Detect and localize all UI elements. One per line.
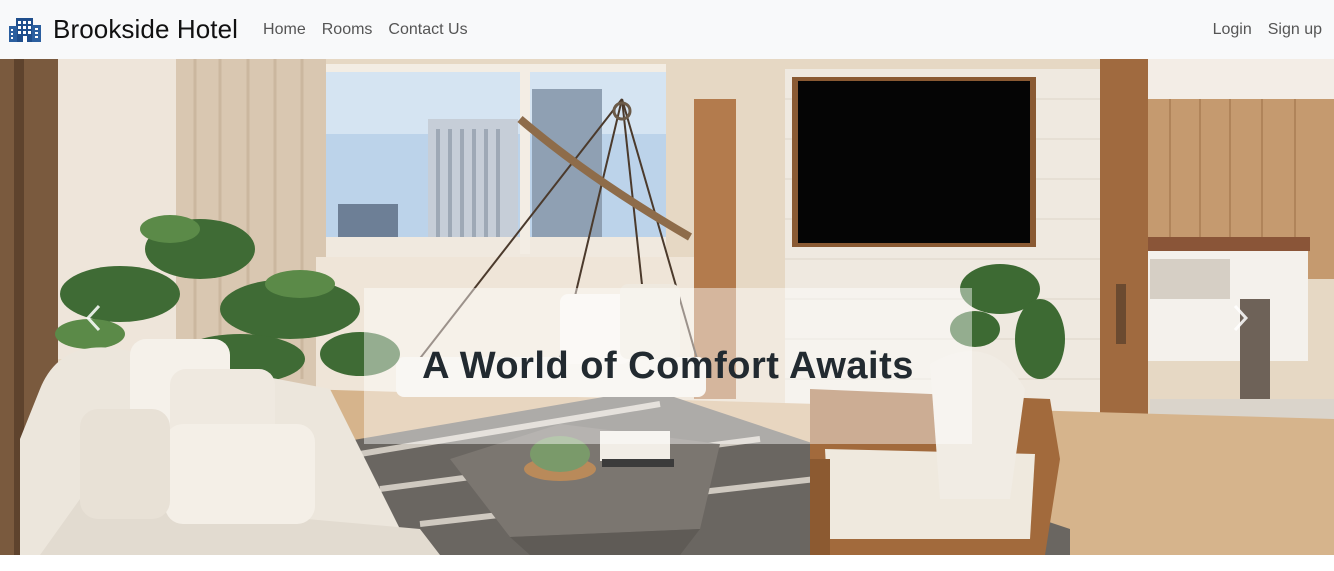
chevron-right-icon	[1233, 304, 1249, 332]
top-navbar: Brookside Hotel Home Rooms Contact Us Lo…	[0, 0, 1334, 59]
login-link[interactable]: Login	[1213, 21, 1252, 39]
signup-link[interactable]: Sign up	[1268, 21, 1322, 39]
nav-rooms-link[interactable]: Rooms	[322, 21, 373, 39]
hero-carousel: A World of Comfort Awaits	[0, 59, 1334, 555]
nav-contact-link[interactable]: Contact Us	[388, 21, 467, 39]
carousel-next-button[interactable]	[1220, 288, 1260, 348]
carousel-prev-button[interactable]	[74, 288, 114, 348]
auth-nav: Login Sign up	[1197, 21, 1322, 39]
brand-name: Brookside Hotel	[53, 14, 239, 44]
hero-caption: A World of Comfort Awaits	[422, 344, 914, 387]
hotel-building-icon	[9, 17, 41, 42]
nav-home-link[interactable]: Home	[263, 21, 306, 39]
chevron-left-icon	[85, 304, 101, 332]
caption-overlay: A World of Comfort Awaits	[364, 288, 972, 444]
brand[interactable]: Brookside Hotel	[8, 14, 238, 45]
main-nav: Home Rooms Contact Us	[263, 21, 484, 39]
